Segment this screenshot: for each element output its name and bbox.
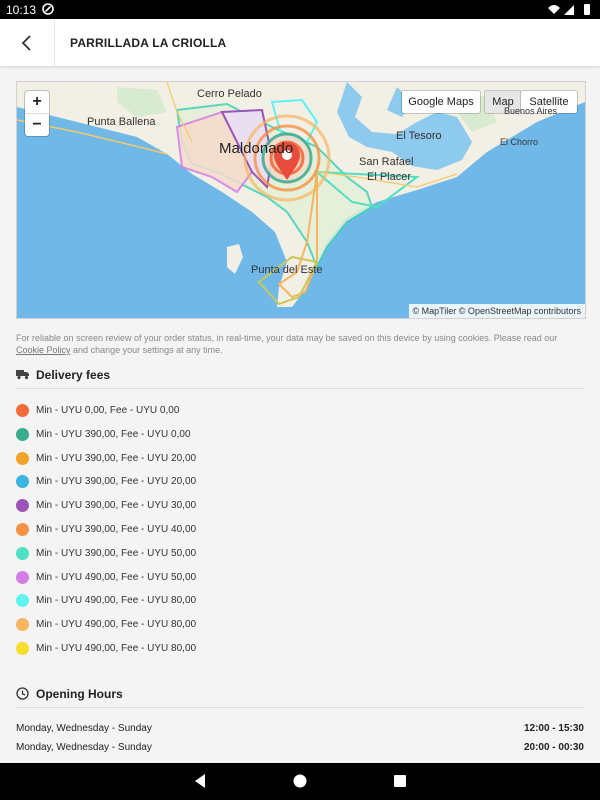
zoom-controls: + − xyxy=(25,91,49,136)
fee-color-dot xyxy=(16,642,29,655)
sync-icon xyxy=(42,3,54,15)
nav-back-button[interactable] xyxy=(193,773,207,789)
fee-label: Min - UYU 390,00, Fee - UYU 20,00 xyxy=(36,452,197,464)
zoom-in-button[interactable]: + xyxy=(25,91,49,113)
opening-hours-row: Monday, Wednesday - Sunday 20:00 - 00:30 xyxy=(16,742,584,756)
delivery-fees-header: Delivery fees xyxy=(16,368,584,389)
fee-color-dot xyxy=(16,427,29,441)
map-label-cerro-pelado: Cerro Pelado xyxy=(197,88,262,100)
fee-label: Min - UYU 490,00, Fee - UYU 80,00 xyxy=(36,595,197,607)
fee-color-dot xyxy=(16,404,29,417)
map-label-punta-del-este: Punta del Este xyxy=(251,264,323,276)
app-bar: PARRILLADA LA CRIOLLA xyxy=(0,19,600,66)
fee-color-dot xyxy=(16,475,29,489)
opening-days: Monday, Wednesday - Sunday xyxy=(16,723,152,734)
map-label-buenos-aires: Buenos Aires xyxy=(504,106,558,116)
system-nav-bar xyxy=(0,763,600,800)
fee-label: Min - UYU 390,00, Fee - UYU 40,00 xyxy=(36,524,197,535)
status-icons xyxy=(548,4,590,15)
map-attribution: © MapTiler © OpenStreetMap contributors xyxy=(408,304,585,318)
google-maps-button[interactable]: Google Maps xyxy=(402,91,480,113)
opening-time: 12:00 - 15:30 xyxy=(523,723,584,734)
opening-hours-title: Opening Hours xyxy=(36,687,123,701)
delivery-map[interactable]: + − Google Maps Map Satellite Cerro Pela… xyxy=(16,81,586,319)
nav-recents-button[interactable] xyxy=(394,775,406,787)
map-label-san-rafael: San Rafael xyxy=(359,156,414,168)
cookie-text-2: and change your settings at any time. xyxy=(73,345,223,355)
status-time: 10:13 xyxy=(6,3,37,17)
opening-time: 20:00 - 00:30 xyxy=(523,742,584,753)
map-label-el-tesoro: El Tesoro xyxy=(396,130,442,142)
map-label-punta-ballena: Punta Ballena xyxy=(87,116,156,128)
fee-color-dot xyxy=(16,618,29,632)
fee-color-dot xyxy=(16,594,29,608)
fee-color-dot xyxy=(16,499,29,513)
wifi-icon xyxy=(548,5,560,14)
fee-label: Min - UYU 390,00, Fee - UYU 30,00 xyxy=(36,500,197,512)
opening-hours-row: Monday, Wednesday - Sunday 12:00 - 15:30 xyxy=(16,723,584,737)
opening-days: Monday, Wednesday - Sunday xyxy=(16,742,152,753)
page-title: PARRILLADA LA CRIOLLA xyxy=(70,36,227,50)
truck-icon xyxy=(16,370,29,380)
clock-icon xyxy=(16,687,29,700)
map-label-el-placer: El Placer xyxy=(367,171,412,183)
cellular-icon xyxy=(564,5,574,15)
fee-label: Min - UYU 390,00, Fee - UYU 20,00 xyxy=(36,476,197,488)
nav-home-button[interactable] xyxy=(293,774,307,788)
fee-color-dot xyxy=(16,546,29,560)
opening-hours-header: Opening Hours xyxy=(16,687,584,708)
fee-label: Min - UYU 490,00, Fee - UYU 80,00 xyxy=(36,619,197,631)
back-button[interactable] xyxy=(0,19,55,66)
fee-color-dot xyxy=(16,523,29,536)
map-label-el-chorro: El Chorro xyxy=(500,137,539,147)
map-label-maldonado: Maldonado xyxy=(219,140,294,157)
fee-label: Min - UYU 490,00, Fee - UYU 80,00 xyxy=(36,643,197,654)
cookie-text: For reliable on screen review of your or… xyxy=(16,333,558,343)
status-bar: 10:13 xyxy=(0,0,600,19)
fee-label: Min - UYU 390,00, Fee - UYU 0,00 xyxy=(36,428,191,440)
fee-color-dot xyxy=(16,570,29,584)
fee-color-dot xyxy=(16,451,29,465)
zoom-out-button[interactable]: − xyxy=(25,113,49,136)
delivery-fees-title: Delivery fees xyxy=(36,368,111,382)
back-arrow-icon xyxy=(21,34,31,51)
cookie-policy-link[interactable]: Cookie Policy xyxy=(16,345,71,355)
fee-label: Min - UYU 490,00, Fee - UYU 50,00 xyxy=(36,571,197,583)
battery-icon xyxy=(584,4,590,15)
cookie-notice: For reliable on screen review of your or… xyxy=(16,332,586,356)
fee-label: Min - UYU 390,00, Fee - UYU 50,00 xyxy=(36,547,197,559)
fee-label: Min - UYU 0,00, Fee - UYU 0,00 xyxy=(36,405,180,416)
